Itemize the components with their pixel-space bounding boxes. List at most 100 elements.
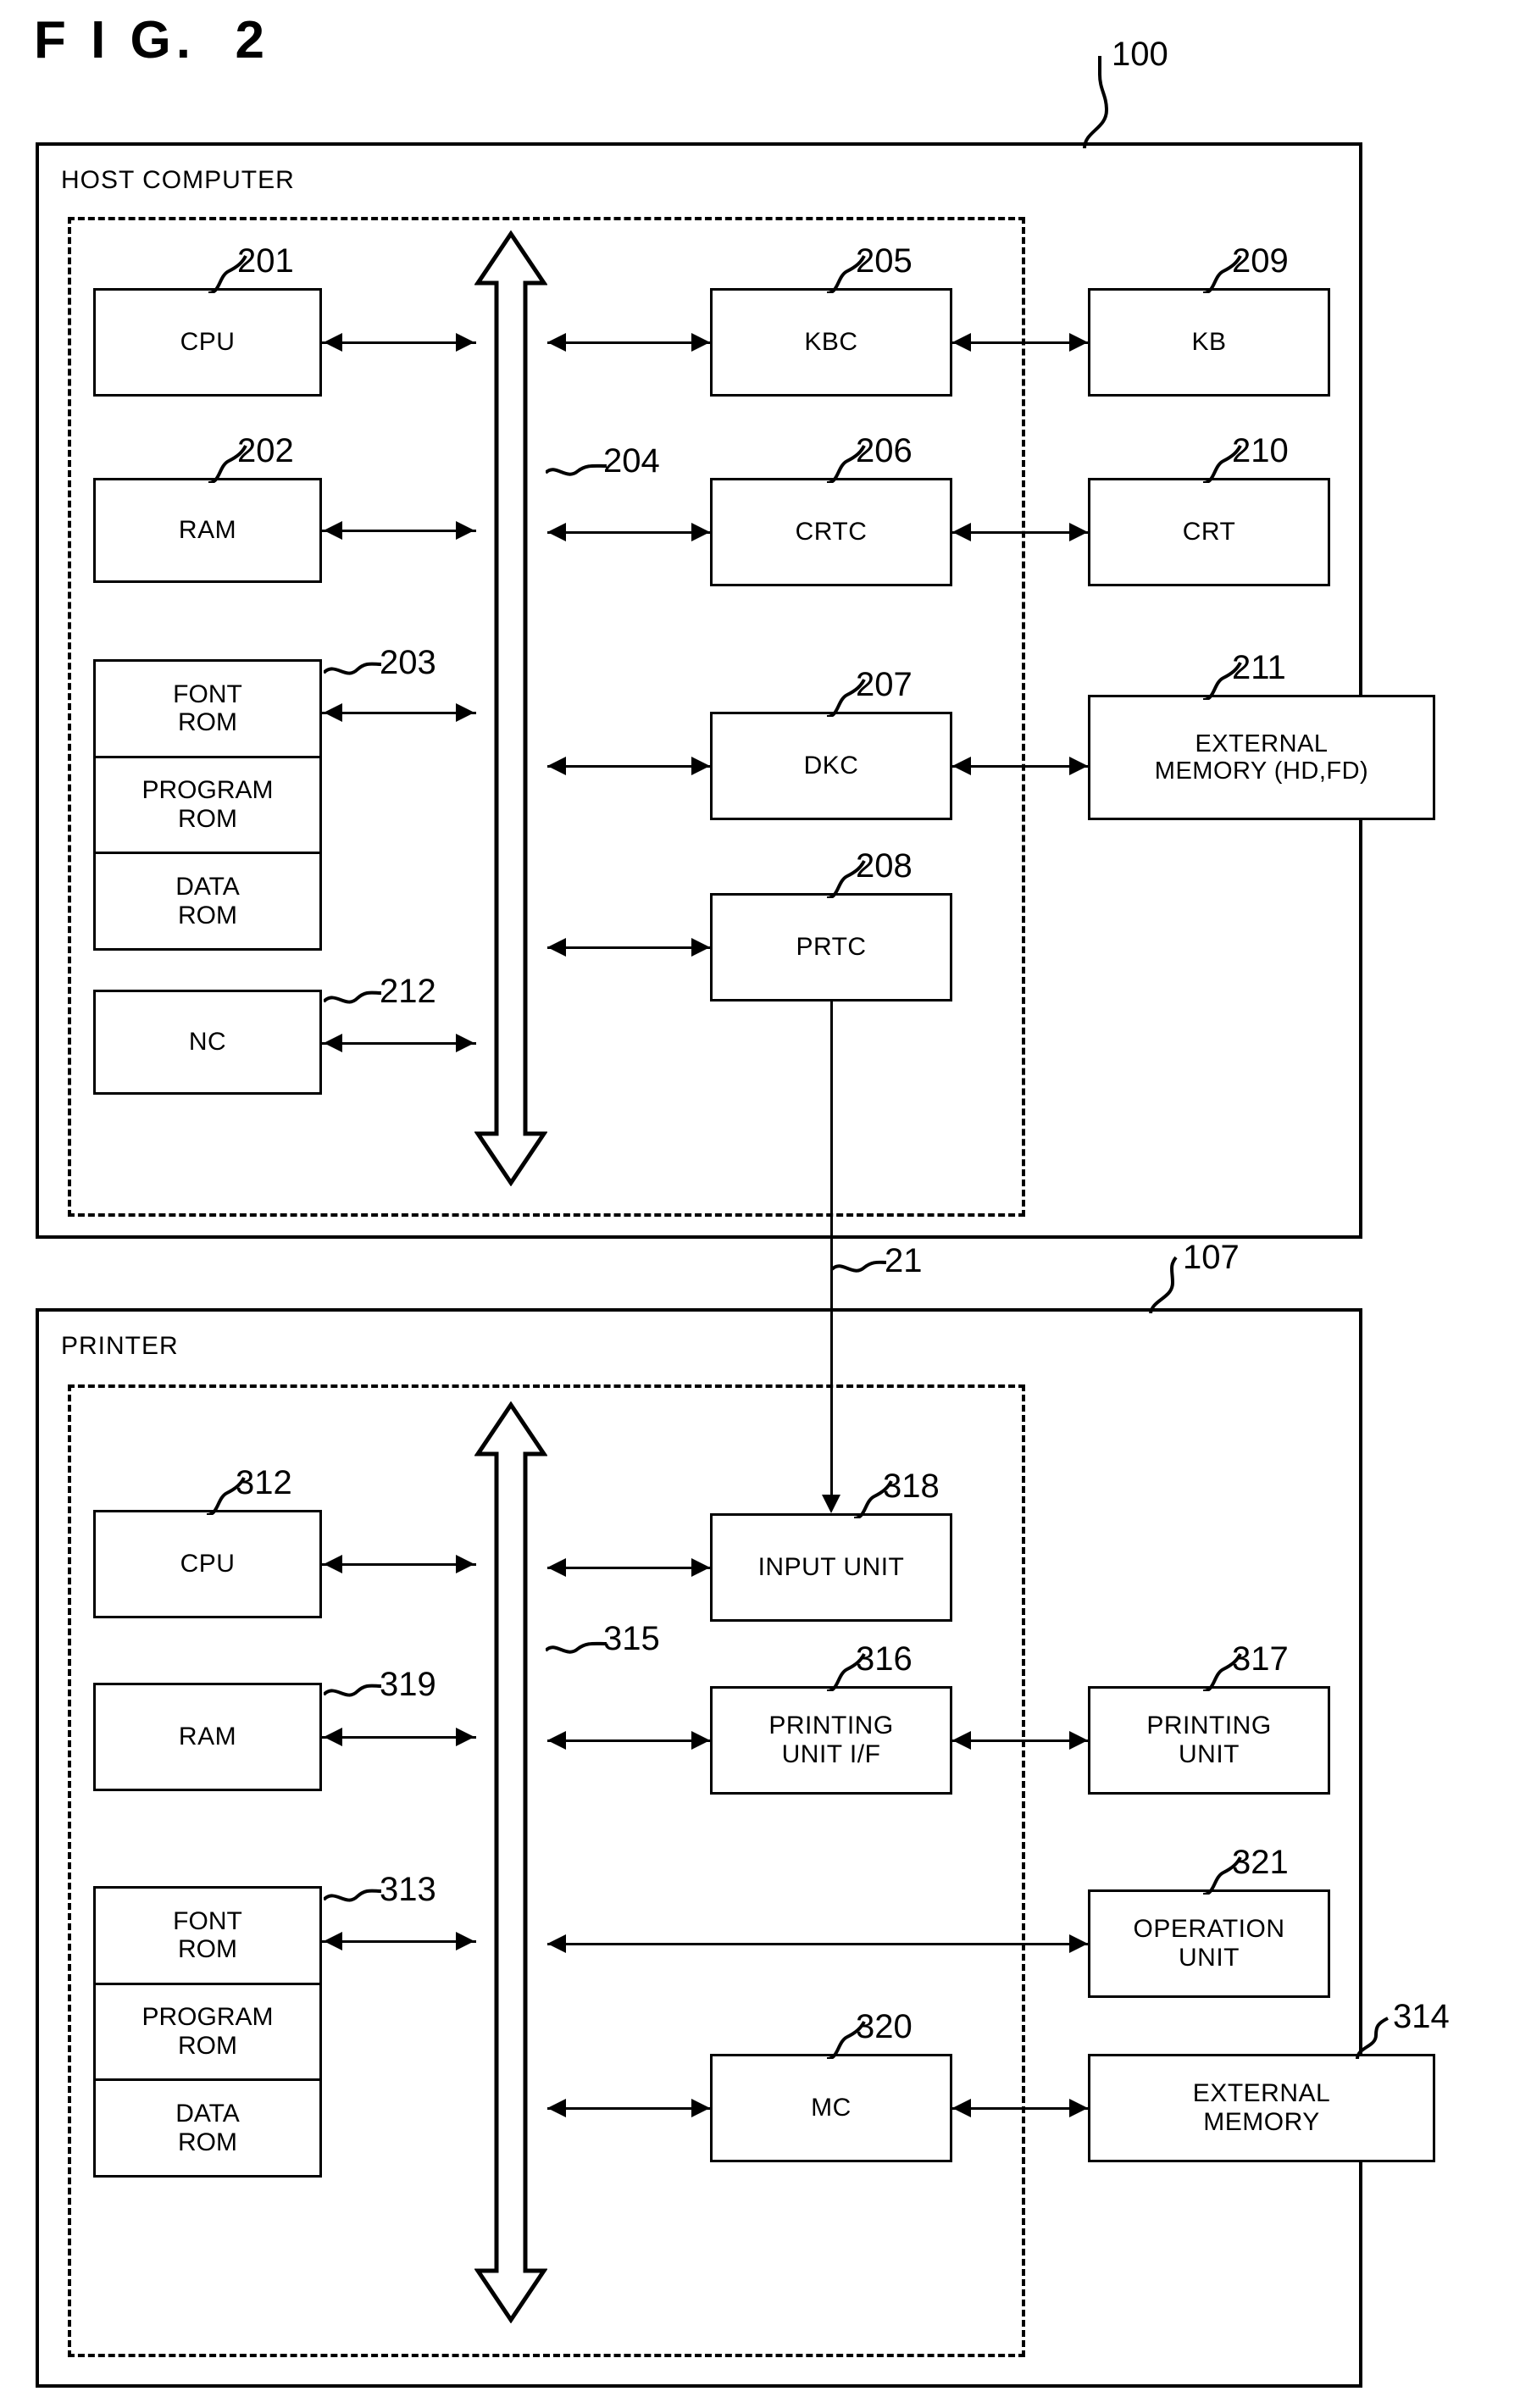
printer-ram-box[interactable]: RAM [93, 1683, 322, 1791]
printer-input-unit-box[interactable]: INPUT UNIT [710, 1513, 952, 1622]
arrow-prtc-left [547, 938, 566, 957]
printer-ram-label: RAM [178, 1723, 237, 1751]
printer-data-rom-label: DATA ROM [175, 2100, 240, 2156]
arrow-pram-left [324, 1728, 342, 1746]
arrow-dkc-right [691, 757, 710, 775]
conn-pram-bus [322, 1736, 476, 1739]
ref-313: 313 [380, 1871, 436, 1908]
printer-printing-unit-box[interactable]: PRINTING UNIT [1088, 1686, 1330, 1795]
conn-nc-bus [322, 1042, 476, 1045]
ref-319: 319 [380, 1666, 436, 1703]
ref-205: 205 [856, 242, 913, 280]
host-data-rom-label: DATA ROM [175, 873, 240, 929]
ref-209: 209 [1232, 242, 1289, 280]
conn-prom-bus [322, 1940, 476, 1943]
host-external-memory-label: EXTERNAL MEMORY (HD,FD) [1154, 730, 1369, 785]
arrow-kbc-left [547, 333, 566, 352]
arrow-ram-right [456, 521, 474, 540]
arrow-pextmem-left [952, 2099, 971, 2117]
host-nc-box[interactable]: NC [93, 990, 322, 1095]
printer-input-unit-label: INPUT UNIT [757, 1553, 905, 1582]
host-crtc-label: CRTC [795, 518, 868, 547]
host-kb-label: KB [1191, 328, 1227, 357]
printer-bus-315 [474, 1401, 547, 2323]
host-crt-box[interactable]: CRT [1088, 478, 1330, 586]
host-program-rom-cell[interactable]: PROGRAM ROM [96, 758, 319, 855]
ref-315: 315 [603, 1620, 660, 1657]
conn-bus-input-unit [547, 1567, 712, 1569]
host-dkc-box[interactable]: DKC [710, 712, 952, 820]
host-cpu-box[interactable]: CPU [93, 288, 322, 397]
printer-printing-unit-if-box[interactable]: PRINTING UNIT I/F [710, 1686, 952, 1795]
printer-caption: PRINTER [61, 1332, 179, 1360]
conn-pcpu-bus [322, 1563, 476, 1566]
printer-font-rom-label: FONT ROM [173, 1906, 242, 1964]
host-prtc-box[interactable]: PRTC [710, 893, 952, 1001]
arrow-pram-right [456, 1728, 474, 1746]
host-kbc-box[interactable]: KBC [710, 288, 952, 397]
ref-21: 21 [885, 1242, 923, 1279]
host-font-rom-cell[interactable]: FONT ROM [96, 662, 319, 758]
printer-rom-stack[interactable]: FONT ROM PROGRAM ROM DATA ROM [93, 1886, 322, 2178]
ref-203: 203 [380, 644, 436, 681]
printer-printing-unit-label: PRINTING UNIT [1146, 1712, 1272, 1768]
conn-dkc-extmem [952, 765, 1088, 768]
ref-207: 207 [856, 666, 913, 703]
arrow-pif-right [691, 1731, 710, 1750]
host-bus-204 [474, 230, 547, 1186]
ref-320: 320 [856, 2008, 913, 2045]
ref-107: 107 [1183, 1239, 1240, 1276]
arrow-kb-left [952, 333, 971, 352]
ref-201: 201 [237, 242, 294, 280]
arrow-ram-left [324, 521, 342, 540]
conn-kbc-kb [952, 341, 1088, 344]
arrow-mc-left [547, 2099, 566, 2117]
host-dkc-label: DKC [803, 752, 859, 780]
arrow-pextmem-right [1069, 2099, 1088, 2117]
host-data-rom-cell[interactable]: DATA ROM [96, 854, 319, 948]
printer-external-memory-label: EXTERNAL MEMORY [1192, 2079, 1331, 2136]
host-computer-caption: HOST COMPUTER [61, 166, 295, 194]
arrow-pif-left [547, 1731, 566, 1750]
printer-font-rom-cell[interactable]: FONT ROM [96, 1889, 319, 1985]
host-rom-stack[interactable]: FONT ROM PROGRAM ROM DATA ROM [93, 659, 322, 951]
host-kb-box[interactable]: KB [1088, 288, 1330, 397]
ref-321: 321 [1232, 1844, 1289, 1881]
arrow-crt-left [952, 523, 971, 541]
ref-317: 317 [1232, 1640, 1289, 1678]
arrow-prom-left [324, 1932, 342, 1950]
arrow-rom-left [324, 703, 342, 722]
ref-318: 318 [883, 1468, 940, 1505]
arrow-kbc-right [691, 333, 710, 352]
host-font-rom-label: FONT ROM [173, 680, 242, 737]
conn-rom-bus [322, 712, 476, 714]
arrow-opunit-right [1069, 1934, 1088, 1953]
printer-external-memory-box[interactable]: EXTERNAL MEMORY [1088, 2054, 1435, 2162]
arrow-pcpu-left [324, 1555, 342, 1573]
arrow-crt-right [1069, 523, 1088, 541]
ref-212: 212 [380, 973, 436, 1010]
host-program-rom-label: PROGRAM ROM [141, 776, 274, 833]
arrow-extmem-right [1069, 757, 1088, 775]
arrow-punit-left [952, 1731, 971, 1750]
conn-bus-dkc [547, 765, 712, 768]
conn-cpu-bus [322, 341, 476, 344]
conn-bus-crtc [547, 531, 712, 534]
printer-mc-box[interactable]: MC [710, 2054, 952, 2162]
host-crtc-box[interactable]: CRTC [710, 478, 952, 586]
conn-crtc-crt [952, 531, 1088, 534]
host-external-memory-box[interactable]: EXTERNAL MEMORY (HD,FD) [1088, 695, 1435, 820]
printer-printing-unit-if-label: PRINTING UNIT I/F [768, 1712, 894, 1768]
printer-program-rom-cell[interactable]: PROGRAM ROM [96, 1985, 319, 2082]
conn-bus-kbc [547, 341, 712, 344]
arrow-opunit-left [547, 1934, 566, 1953]
host-cpu-label: CPU [180, 328, 236, 357]
printer-mc-label: MC [811, 2094, 852, 2122]
printer-program-rom-label: PROGRAM ROM [141, 2003, 274, 2060]
arrow-cpu-left [324, 333, 342, 352]
printer-cpu-box[interactable]: CPU [93, 1510, 322, 1618]
printer-operation-unit-box[interactable]: OPERATION UNIT [1088, 1889, 1330, 1998]
ref-314: 314 [1393, 1998, 1450, 2035]
host-ram-box[interactable]: RAM [93, 478, 322, 583]
printer-data-rom-cell[interactable]: DATA ROM [96, 2081, 319, 2175]
